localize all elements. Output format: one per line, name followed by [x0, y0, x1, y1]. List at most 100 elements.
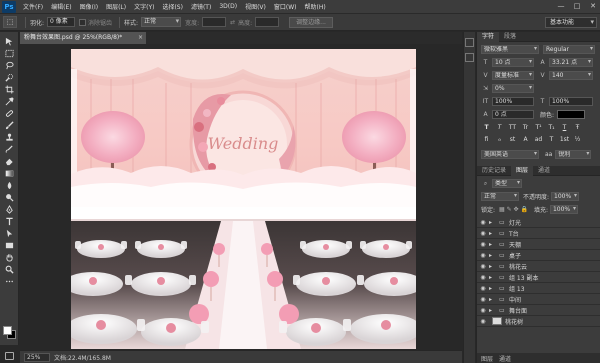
style-select[interactable]: 正常: [141, 17, 182, 27]
layer-row[interactable]: ◉ 桃花树: [477, 316, 600, 327]
layer-row[interactable]: ◉ ▸ ▭ 天棚: [477, 239, 600, 250]
tab-channels[interactable]: 通道: [533, 166, 555, 176]
menu-select[interactable]: 选择(S): [158, 2, 187, 11]
opacity-field[interactable]: 100%: [551, 192, 580, 201]
foreground-color-swatch[interactable]: [3, 326, 12, 335]
document-canvas[interactable]: Wedding W: [71, 49, 416, 349]
move-tool-icon[interactable]: [1, 36, 18, 47]
proportional-spacing-select[interactable]: 0%: [492, 84, 534, 93]
expand-arrow-icon[interactable]: ▸: [489, 252, 499, 259]
font-family-select[interactable]: 微软雅黑: [481, 45, 539, 54]
maximize-button[interactable]: □: [572, 2, 582, 11]
lock-icons[interactable]: ▦ ✎ ✥ 🔒: [499, 206, 528, 213]
crop-tool-icon[interactable]: [1, 84, 18, 95]
eye-icon[interactable]: ◉: [477, 230, 489, 237]
antialias-select[interactable]: 锐利: [555, 150, 592, 159]
expand-arrow-icon[interactable]: ▸: [489, 241, 499, 248]
expand-arrow-icon[interactable]: ▸: [489, 285, 499, 292]
menu-view[interactable]: 视图(V): [241, 2, 270, 11]
layer-row[interactable]: ◉ ▸ ▭ 舞台面: [477, 305, 600, 316]
small-caps-button[interactable]: Tr: [520, 123, 531, 132]
tab-layers-bottom[interactable]: 图层: [481, 354, 493, 363]
eye-icon[interactable]: ◉: [477, 252, 489, 259]
rectangle-tool-icon[interactable]: [1, 240, 18, 251]
height-input[interactable]: [255, 17, 280, 27]
zoom-tool-icon[interactable]: [1, 264, 18, 275]
swap-icon[interactable]: ⇄: [230, 19, 235, 26]
eye-icon[interactable]: ◉: [477, 296, 489, 303]
blend-mode-select[interactable]: 正常: [481, 192, 519, 201]
eraser-tool-icon[interactable]: [1, 156, 18, 167]
layer-row[interactable]: ◉ ▸ ▭ 组 13: [477, 283, 600, 294]
menu-image[interactable]: 图像(I): [76, 2, 102, 11]
subscript-button[interactable]: T₁: [546, 123, 557, 132]
refine-edge-button[interactable]: 调整边缘...: [289, 16, 333, 28]
more-tools-icon[interactable]: [1, 276, 18, 287]
expand-arrow-icon[interactable]: ▸: [489, 219, 499, 226]
tab-layers[interactable]: 图层: [511, 165, 534, 176]
menu-layer[interactable]: 图层(L): [102, 2, 130, 11]
antialias-checkbox[interactable]: [79, 18, 87, 26]
stylistic-alternates-button[interactable]: ad: [533, 135, 544, 144]
layer-row[interactable]: ◉ ▸ ▭ 灯光: [477, 217, 600, 228]
ligatures-button[interactable]: fi: [481, 135, 492, 144]
zoom-level-field[interactable]: 25%: [24, 352, 50, 362]
path-selection-tool-icon[interactable]: [1, 228, 18, 239]
expand-arrow-icon[interactable]: ▸: [489, 307, 499, 314]
clone-stamp-tool-icon[interactable]: [1, 132, 18, 143]
eye-icon[interactable]: ◉: [477, 285, 489, 292]
menu-type[interactable]: 文字(Y): [130, 2, 158, 11]
pen-tool-icon[interactable]: [1, 204, 18, 215]
lasso-tool-icon[interactable]: [1, 60, 18, 71]
tab-history[interactable]: 历史记录: [477, 166, 511, 176]
baseline-shift-field[interactable]: 0 点: [492, 110, 534, 119]
eye-icon[interactable]: ◉: [477, 263, 489, 270]
layer-row[interactable]: ◉ ▸ ▭ 桌子: [477, 250, 600, 261]
properties-panel-icon[interactable]: [465, 53, 474, 62]
menu-filter[interactable]: 滤镜(T): [187, 2, 215, 11]
quick-mask-icon[interactable]: [5, 352, 14, 360]
brush-tool-icon[interactable]: [1, 120, 18, 131]
close-document-icon[interactable]: ×: [138, 32, 143, 44]
tracking-field[interactable]: 140: [549, 71, 593, 80]
tab-channels-bottom[interactable]: 通道: [499, 354, 511, 363]
history-panel-icon[interactable]: [465, 38, 474, 47]
dodge-tool-icon[interactable]: [1, 192, 18, 203]
all-caps-button[interactable]: TT: [507, 123, 518, 132]
contextual-alternates-button[interactable]: ℴ: [494, 135, 505, 144]
healing-brush-tool-icon[interactable]: [1, 108, 18, 119]
history-brush-tool-icon[interactable]: [1, 144, 18, 155]
tab-paragraph[interactable]: 段落: [499, 32, 521, 42]
swash-button[interactable]: A: [520, 135, 531, 144]
faux-italic-button[interactable]: T: [494, 123, 505, 132]
eyedropper-tool-icon[interactable]: [1, 96, 18, 107]
vertical-scale-field[interactable]: 100%: [492, 97, 534, 106]
fill-field[interactable]: 100%: [549, 205, 578, 214]
document-tab[interactable]: 粉舞台效果图.psd @ 25%(RGB/8)* ×: [20, 32, 146, 44]
menu-window[interactable]: 窗口(W): [270, 2, 301, 11]
titling-alternates-button[interactable]: T: [546, 135, 557, 144]
close-window-button[interactable]: ✕: [588, 2, 598, 11]
expand-arrow-icon[interactable]: ▸: [489, 274, 499, 281]
text-color-swatch[interactable]: [557, 110, 586, 119]
layer-filter-select[interactable]: 类型: [492, 179, 522, 188]
expand-arrow-icon[interactable]: ▸: [489, 296, 499, 303]
underline-button[interactable]: T: [559, 123, 570, 132]
eye-icon[interactable]: ◉: [477, 241, 489, 248]
expand-arrow-icon[interactable]: ▸: [489, 263, 499, 270]
type-tool-icon[interactable]: [1, 216, 18, 227]
kerning-select[interactable]: 度量标准: [492, 71, 534, 80]
menu-edit[interactable]: 编辑(E): [47, 2, 75, 11]
font-size-field[interactable]: 10 点: [492, 58, 534, 67]
menu-3d[interactable]: 3D(D): [215, 3, 241, 10]
strikethrough-button[interactable]: Ŧ: [572, 123, 583, 132]
font-style-select[interactable]: Regular: [543, 45, 595, 54]
minimize-button[interactable]: —: [556, 2, 566, 11]
gradient-tool-icon[interactable]: [1, 168, 18, 179]
marquee-preset-icon[interactable]: ⬚: [3, 16, 17, 28]
expand-arrow-icon[interactable]: ▸: [489, 230, 499, 237]
horizontal-scale-field[interactable]: 100%: [549, 97, 593, 106]
layer-row[interactable]: ◉ ▸ ▭ 中间: [477, 294, 600, 305]
eye-icon[interactable]: ◉: [477, 318, 489, 325]
menu-file[interactable]: 文件(F): [19, 2, 47, 11]
